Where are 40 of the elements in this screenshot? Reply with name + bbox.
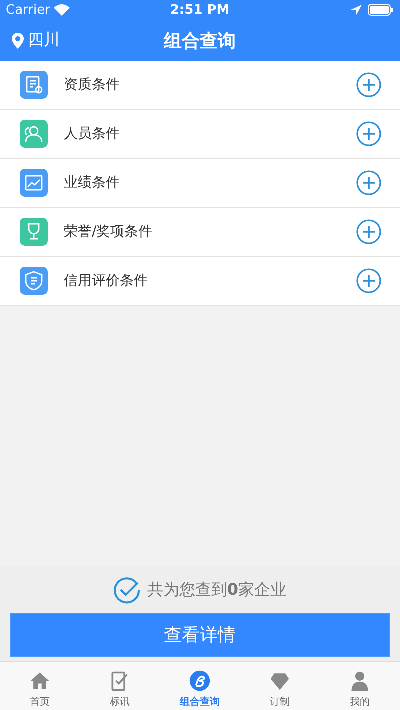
- add-icon[interactable]: [356, 170, 382, 196]
- shield-icon: [20, 267, 48, 295]
- condition-label: 荣誉/奖项条件: [64, 223, 154, 241]
- result-count-text: 共为您查到0家企业: [147, 580, 287, 600]
- logo-icon: [189, 670, 211, 692]
- check-circle-icon: [113, 576, 142, 604]
- location-arrow-icon: [351, 4, 362, 16]
- clock-label: 2:51 PM: [170, 2, 230, 18]
- condition-row[interactable]: 资质条件: [0, 61, 400, 110]
- condition-label: 业绩条件: [64, 174, 121, 192]
- condition-row[interactable]: 业绩条件: [0, 159, 400, 208]
- people-icon: [20, 120, 48, 148]
- location-label[interactable]: 四川: [28, 30, 60, 51]
- certificate-icon: [20, 71, 48, 99]
- carrier-label: Carrier: [6, 2, 50, 18]
- tab-item[interactable]: 订制: [240, 662, 320, 710]
- condition-row[interactable]: 人员条件: [0, 110, 400, 159]
- tab-item[interactable]: 标讯: [80, 662, 160, 710]
- condition-label: 人员条件: [64, 125, 121, 143]
- home-icon: [29, 670, 51, 692]
- tab-item[interactable]: 我的: [320, 662, 400, 710]
- condition-label: 资质条件: [64, 76, 121, 94]
- condition-row[interactable]: 荣誉/奖项条件: [0, 208, 400, 257]
- tab-item[interactable]: 首页: [0, 662, 80, 710]
- add-icon[interactable]: [356, 72, 382, 98]
- add-icon[interactable]: [356, 219, 382, 245]
- page-title: 组合查询: [164, 30, 236, 52]
- person-icon: [349, 670, 371, 692]
- add-icon[interactable]: [356, 121, 382, 147]
- battery-icon: [368, 4, 394, 16]
- chart-icon: [20, 169, 48, 197]
- trophy-icon: [20, 218, 48, 246]
- tab-item[interactable]: 组合查询: [160, 662, 240, 710]
- condition-label: 信用评价条件: [64, 272, 149, 290]
- location-pin-icon[interactable]: [12, 32, 24, 48]
- tablet-check-icon: [109, 670, 131, 692]
- condition-row[interactable]: 信用评价条件: [0, 257, 400, 306]
- wifi-icon: [54, 4, 70, 16]
- view-details-button[interactable]: 查看详情: [10, 613, 390, 657]
- add-icon[interactable]: [356, 268, 382, 294]
